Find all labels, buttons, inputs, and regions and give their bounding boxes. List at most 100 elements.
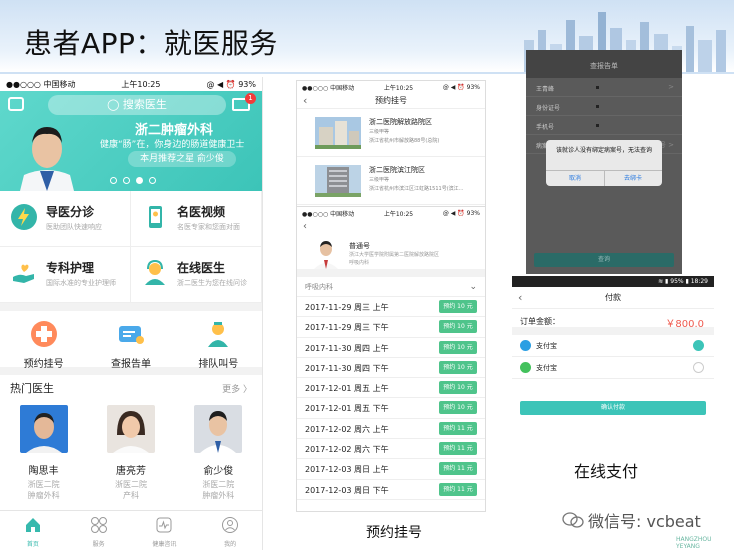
more-link[interactable]: 更多 〉 [222,382,252,395]
scan-icon[interactable] [8,97,24,111]
slot-row: 2017-12-02 周六 上午 预约 11 元 [297,419,485,440]
nav-title: 付款 [605,293,621,302]
tab-label: 健康咨讯 [152,541,177,548]
slot-date: 2017-12-02 周六 下午 [305,445,389,455]
pay-method-wechat[interactable]: 支付宝 [512,357,714,379]
service-title: 导医分诊 [46,205,95,219]
slot-date: 2017-11-29 周三 下午 [305,323,389,333]
hospital-name: 浙二医院解放路院区 [369,118,432,126]
order-label: 订单金额： [520,317,560,326]
service-special-care[interactable]: 专科护理 国际水准的专业护理师 [0,247,131,303]
book-button[interactable]: 预约 10 元 [439,401,477,415]
home-icon [25,518,40,532]
report-field[interactable]: 手机号 [526,116,682,135]
slot-row: 2017-11-30 周四 下午 预约 10 元 [297,358,485,379]
service-guide-triage[interactable]: 导医分诊 医助团队快速响应 [0,191,131,247]
nurse-icon [208,322,229,347]
tab-home[interactable]: 首页 [0,511,66,550]
caption-booking: 预约挂号 [366,525,422,541]
nav-title: 预约挂号 [375,96,407,105]
hero-slogan: 健康“肠”在，你身边的肠道健康卫士 [100,140,245,150]
tab-mine[interactable]: 我的 [197,511,262,550]
quick-queue[interactable]: 排队叫号 [175,311,262,370]
doctor-photo [19,405,68,453]
back-chevron-icon[interactable]: ‹ [303,93,307,109]
slot-list: 2017-11-29 周三 上午 预约 10 元 2017-11-29 周三 下午… [297,297,485,500]
tab-health-news[interactable]: 健康咨讯 [132,511,198,550]
back-chevron-icon[interactable]: ‹ [518,287,522,309]
doctor-photo [106,405,155,453]
department-select[interactable]: 呼吸内科 ⌄ [297,277,485,297]
service-online-doctor[interactable]: 在线医生 浙二医生为您在线问诊 [131,247,262,303]
service-sub: 名医专家和您面对面 [177,223,240,231]
alert-dialog: 该就诊人没有绑定病案号，无法查询 取消 去绑卡 [546,140,662,186]
home-screen: ●●○○○ 中国移动 上午10:25 @ ◀ ⏰ 93% ◯ 搜索医生 1 浙二… [0,77,263,550]
hero-recommend: 本月推荐之星 俞少俊 [128,151,236,167]
doctor-name: 俞少俊 [203,466,234,477]
report-screen: 查报告单 王青峰> 身份证号 手机号 病案号暂无绑定病案号 > 该就诊人没有绑定… [526,50,682,274]
radio-unchecked[interactable] [693,362,704,373]
quick-actions: 预约挂号 查报告单 排队叫号 [0,311,262,375]
doctor-card[interactable]: 陶思丰 浙医二院 肿瘤外科 [14,405,74,501]
book-button[interactable]: 预约 11 元 [439,462,477,476]
back-chevron-icon[interactable]: ‹ [303,221,307,232]
report-field[interactable]: 身份证号 [526,97,682,116]
book-button[interactable]: 预约 10 元 [439,381,477,395]
pay-method-label: 支付宝 [536,342,557,350]
book-button[interactable]: 预约 11 元 [439,482,477,496]
service-sub: 国际水准的专业护理师 [46,279,116,287]
hospital-address: 浙江省杭州市解放路88号(总院) [369,138,440,144]
carousel-dot-active[interactable] [136,177,143,184]
radio-checked[interactable] [693,340,704,351]
bind-card-button[interactable]: 去绑卡 [604,173,662,182]
masked-value [596,86,599,89]
doctor-avatar [314,241,338,269]
wechat-icon [562,512,584,528]
tab-label: 首页 [26,541,39,548]
tab-label: 服务 [92,541,105,548]
hospital-item[interactable]: 浙二医院滨江院区 三级甲等 浙江省杭州市滨江区江虹路1511号(滨江... [297,157,485,205]
pay-method-label: 支付宝 [536,364,557,372]
hospital-item[interactable]: 浙二医院解放路院区 三级甲等 浙江省杭州市解放路88号(总院) [297,109,485,157]
book-button[interactable]: 预约 10 元 [439,360,477,374]
confirm-pay-button[interactable]: 确认付款 [520,401,706,415]
report-field[interactable]: 王青峰 > [526,78,682,97]
slot-date: 2017-11-30 周四 上午 [305,343,389,353]
carousel-dot[interactable] [110,177,117,184]
clock: 上午10:25 [383,210,414,218]
hot-doctors-title: 热门医生 [10,382,54,395]
tab-service[interactable]: 服务 [66,511,132,550]
slot-date: 2017-12-02 周六 上午 [305,424,389,434]
quick-booking[interactable]: 预约挂号 [0,311,87,370]
search-placeholder: 搜索医生 [122,98,167,111]
service-title: 专科护理 [46,261,95,275]
wechat-pay-icon [520,362,531,373]
hospital-level: 三级甲等 [369,177,390,183]
status-bar: ●●○○○ 中国移动 上午10:25 @ ◀ ⏰ 93% [297,81,485,93]
tab-bar: 首页 服务 健康咨讯 我的 [0,510,262,550]
book-button[interactable]: 预约 11 元 [439,421,477,435]
doctor-card[interactable]: 唐亮芳 浙医二院 产科 [101,405,161,501]
carousel-dots[interactable] [110,177,156,184]
book-button[interactable]: 预约 10 元 [439,320,477,334]
book-button[interactable]: 预约 10 元 [439,300,477,313]
carousel-dot[interactable] [149,177,156,184]
slot-date: 2017-12-03 周日 上午 [305,465,389,475]
doctor-name: 唐亮芳 [115,466,146,477]
book-button[interactable]: 预约 10 元 [439,340,477,354]
doctor-summary: ‹ 普通号 浙江大学医学院附属第二医院解放路院区 呼吸内科 [297,219,485,277]
search-icon: ◯ [107,98,120,111]
book-button[interactable]: 预约 11 元 [439,442,477,456]
hero-banner[interactable]: ◯ 搜索医生 1 浙二肿瘤外科 健康“肠”在，你身边的肠道健康卫士 本月推荐之星… [0,91,262,191]
doctor-card[interactable]: 俞少俊 浙医二院 肿瘤外科 [188,405,248,501]
quick-report[interactable]: 查报告单 [87,311,174,370]
search-input[interactable]: ◯ 搜索医生 [48,95,226,115]
doctor-name: 陶思丰 [28,466,59,477]
cancel-button[interactable]: 取消 [546,173,604,182]
pay-method-alipay[interactable]: 支付宝 [512,335,714,357]
care-hand-icon [13,264,34,283]
service-expert-video[interactable]: 名医视频 名医专家和您面对面 [131,191,262,247]
slot-row: 2017-11-29 周三 上午 预约 10 元 [297,297,485,318]
carousel-dot[interactable] [123,177,130,184]
query-button[interactable]: 查询 [534,253,674,267]
